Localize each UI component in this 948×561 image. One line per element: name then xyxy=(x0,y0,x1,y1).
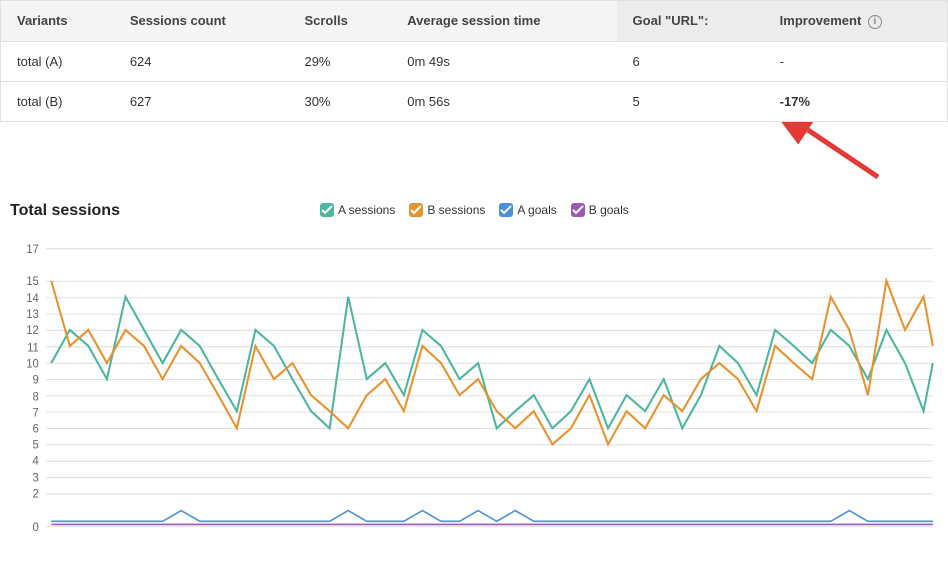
b-sessions-line xyxy=(51,280,933,444)
svg-text:17: 17 xyxy=(26,243,39,255)
variant-b-sessions: 627 xyxy=(114,81,289,121)
legend-a-goals-label: A goals xyxy=(517,203,556,217)
svg-text:9: 9 xyxy=(33,374,39,386)
a-goals-line xyxy=(51,510,933,521)
chart-legend: A sessions B sessions A goals B goals xyxy=(320,203,629,217)
col-header-scrolls: Scrolls xyxy=(288,1,391,42)
svg-text:5: 5 xyxy=(33,439,39,451)
variant-b-goal: 5 xyxy=(617,81,764,121)
legend-a-goals[interactable]: A goals xyxy=(499,203,556,217)
svg-text:0: 0 xyxy=(33,521,39,533)
col-header-avg-time: Average session time xyxy=(391,1,616,42)
variant-a-avg-time: 0m 49s xyxy=(391,41,616,81)
improvement-info-icon[interactable]: i xyxy=(868,15,882,29)
legend-a-sessions-color xyxy=(320,203,334,217)
legend-b-sessions[interactable]: B sessions xyxy=(409,203,485,217)
col-header-improvement: Improvement i xyxy=(764,1,948,42)
svg-text:7: 7 xyxy=(33,407,39,419)
variant-a-goal: 6 xyxy=(617,41,764,81)
table-row: total (A) 624 29% 0m 49s 6 - xyxy=(1,41,948,81)
variant-b-avg-time: 0m 56s xyxy=(391,81,616,121)
svg-text:8: 8 xyxy=(33,391,39,403)
chart-title: Total sessions xyxy=(10,202,120,220)
svg-text:11: 11 xyxy=(27,342,39,354)
legend-b-goals[interactable]: B goals xyxy=(571,203,629,217)
legend-a-sessions-label: A sessions xyxy=(338,203,395,217)
table-row: total (B) 627 30% 0m 56s 5 -17% xyxy=(1,81,948,121)
variant-b-improvement: -17% xyxy=(764,81,948,121)
svg-text:4: 4 xyxy=(33,455,40,467)
red-arrow-svg xyxy=(778,122,898,182)
a-sessions-line xyxy=(51,296,933,427)
svg-text:3: 3 xyxy=(33,472,39,484)
col-header-variants: Variants xyxy=(1,1,114,42)
variant-a-name: total (A) xyxy=(1,41,114,81)
col-header-goal: Goal "URL": xyxy=(617,1,764,42)
svg-text:13: 13 xyxy=(26,309,39,321)
chart-wrapper: 0 2 3 4 5 6 7 8 9 10 11 12 13 14 15 17 xyxy=(10,238,938,551)
variant-a-improvement: - xyxy=(764,41,948,81)
variants-table: Variants Sessions count Scrolls Average … xyxy=(0,0,948,122)
legend-b-goals-color xyxy=(571,203,585,217)
svg-text:10: 10 xyxy=(26,358,39,370)
chart-section: Total sessions A sessions B sessions A g… xyxy=(0,182,948,561)
svg-text:14: 14 xyxy=(26,293,39,305)
col-header-sessions: Sessions count xyxy=(114,1,289,42)
legend-b-sessions-color xyxy=(409,203,423,217)
legend-b-sessions-label: B sessions xyxy=(427,203,485,217)
arrow-annotation xyxy=(0,122,948,182)
legend-a-goals-color xyxy=(499,203,513,217)
variant-a-sessions: 624 xyxy=(114,41,289,81)
variant-b-name: total (B) xyxy=(1,81,114,121)
legend-a-sessions[interactable]: A sessions xyxy=(320,203,395,217)
variant-a-scrolls: 29% xyxy=(288,41,391,81)
svg-text:15: 15 xyxy=(26,275,39,287)
svg-text:12: 12 xyxy=(26,325,39,337)
legend-b-goals-label: B goals xyxy=(589,203,629,217)
variant-b-scrolls: 30% xyxy=(288,81,391,121)
svg-text:6: 6 xyxy=(33,423,39,435)
svg-text:2: 2 xyxy=(33,488,39,500)
line-chart: 0 2 3 4 5 6 7 8 9 10 11 12 13 14 15 17 xyxy=(10,238,938,548)
